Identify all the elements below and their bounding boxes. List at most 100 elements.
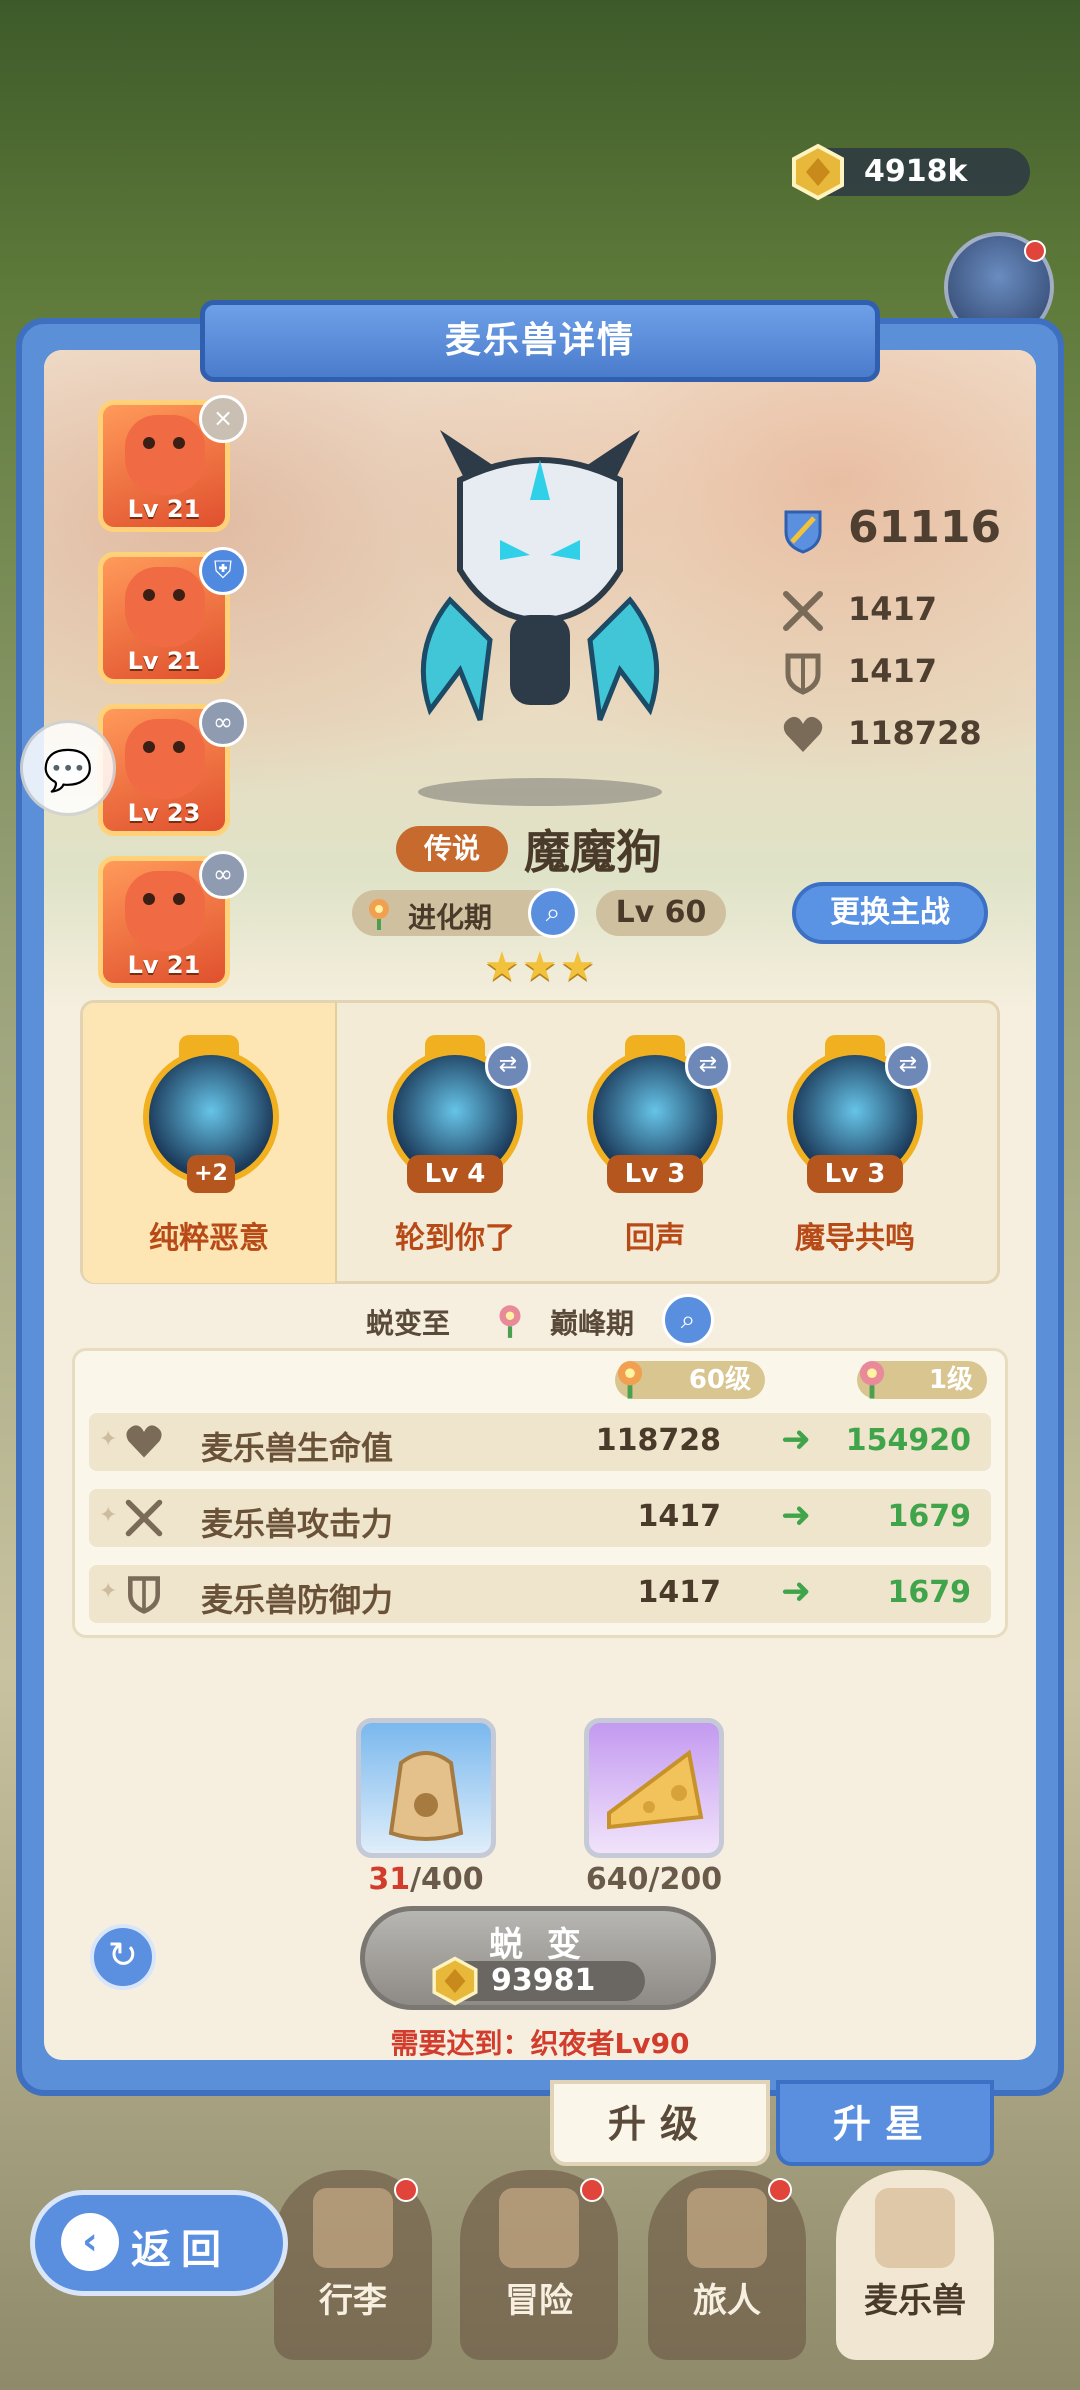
skill-1[interactable]: ⇄ Lv 4 轮到你了	[355, 1003, 555, 1283]
shield-icon	[785, 653, 821, 695]
skill-passive[interactable]: +2 纯粹恶意	[83, 1003, 337, 1283]
stage-label: 进化期	[408, 901, 493, 934]
monster-level: Lv 60	[596, 890, 726, 936]
nav-label: 旅人	[693, 2281, 761, 2321]
cheese-icon	[607, 1749, 704, 1830]
team-slot-level: Lv 21	[127, 647, 201, 675]
notification-dot	[1024, 240, 1046, 262]
target-stage: 巅峰期	[550, 1307, 635, 1340]
skill-name: 魔导共鸣	[795, 1221, 915, 1256]
star-rating: ★★★	[484, 944, 598, 990]
swap-icon[interactable]: ⇄	[885, 1043, 931, 1089]
team-slot-1[interactable]: Lv 21 ×	[98, 395, 247, 532]
row-label: 麦乐兽攻击力	[201, 1505, 394, 1543]
evolve-cost-value: 93981	[491, 1963, 596, 1998]
pet-portrait	[125, 871, 205, 951]
pet-face-icon	[875, 2188, 955, 2268]
evolve-cost: 93981	[432, 1956, 645, 2006]
material-have: 31	[368, 1862, 411, 1897]
heart-icon	[783, 716, 823, 752]
evolve-button[interactable]: 蜕 变 93981	[360, 1906, 716, 2010]
row-label: 麦乐兽防御力	[201, 1581, 394, 1619]
flower-icon	[369, 899, 389, 930]
row-to: 1679	[887, 1499, 972, 1534]
nav-traveler[interactable]: 旅人	[648, 2170, 806, 2360]
sparkle-icon: ✦	[99, 1503, 118, 1528]
evolve-row-hp: ✦ 麦乐兽生命值 118728 ➜ 154920	[89, 1413, 991, 1471]
reset-icon[interactable]: ↻	[90, 1924, 156, 1990]
defense-value: 1417	[848, 652, 938, 690]
team-slot-2[interactable]: Lv 21 ⛨	[98, 547, 247, 684]
power-value: 61116	[848, 502, 1002, 553]
nav-pets[interactable]: 麦乐兽	[836, 2170, 994, 2360]
material-2-count: 640/200	[564, 1862, 744, 1897]
team-slot-level: Lv 23	[127, 799, 201, 827]
tab-upgrade[interactable]: 升级	[550, 2080, 770, 2166]
tab-star-up[interactable]: 升星	[776, 2080, 994, 2166]
gold-coin-icon	[792, 143, 844, 201]
evolve-stats-table: 60级 1级 ✦ 麦乐兽生命值 118728 ➜ 154920 ✦ 麦乐兽攻击力…	[72, 1348, 1008, 1638]
back-button[interactable]: ‹ 返回	[30, 2190, 288, 2296]
link-icon: ∞	[199, 851, 247, 899]
gold-amount: 4918k	[864, 154, 968, 189]
back-label: 返回	[131, 2227, 231, 2273]
current-level: 60级	[688, 1365, 751, 1395]
flower-icon	[499, 1305, 521, 1338]
nav-label: 麦乐兽	[864, 2281, 966, 2321]
swords-icon	[125, 1499, 163, 1537]
evolve-row-attack: ✦ 麦乐兽攻击力 1417 ➜ 1679	[89, 1489, 991, 1547]
nav-label: 行李	[319, 2281, 387, 2321]
evolve-button-label: 蜕 变	[489, 1925, 587, 1965]
evolve-label: 蜕变至	[366, 1307, 451, 1340]
back-arrow-icon: ‹	[61, 2213, 119, 2271]
notification-dot	[768, 2178, 792, 2202]
monster-name: 魔魔狗	[524, 825, 662, 879]
row-to: 1679	[887, 1575, 972, 1610]
skill-name: 轮到你了	[395, 1221, 515, 1256]
skills-panel: +2 纯粹恶意 ⇄ Lv 4 轮到你了 ⇄ Lv 3 回声 ⇄ Lv 3 魔导共…	[80, 1000, 1000, 1284]
arrow-right-icon: ➜	[780, 1571, 811, 1612]
magnify-icon[interactable]: ⌕	[528, 888, 578, 938]
swap-main-button[interactable]: 更换主战	[792, 882, 988, 944]
nav-adventure[interactable]: 冒险	[460, 2170, 618, 2360]
team-slot-level: Lv 21	[127, 951, 201, 979]
chest-icon	[313, 2188, 393, 2268]
stage-pill: 进化期 ⌕	[352, 888, 578, 938]
monster-shadow	[418, 778, 662, 806]
material-cheese[interactable]	[584, 1718, 724, 1858]
pet-portrait	[125, 567, 205, 647]
panel-title: 麦乐兽详情	[200, 300, 880, 382]
sparkle-icon: ✦	[99, 1427, 118, 1452]
material-food-bag[interactable]	[356, 1718, 496, 1858]
shield-icon	[128, 1576, 160, 1614]
magnify-icon[interactable]: ⌕	[662, 1294, 714, 1346]
evolve-header: 蜕变至 巅峰期 ⌕	[0, 1292, 1080, 1348]
team-slot-4[interactable]: Lv 21 ∞	[98, 851, 247, 988]
skill-name: 纯粹恶意	[149, 1221, 269, 1256]
nav-luggage[interactable]: 行李	[274, 2170, 432, 2360]
notification-dot	[394, 2178, 418, 2202]
skill-bonus-tag: +2	[187, 1155, 235, 1193]
close-icon[interactable]: ×	[199, 395, 247, 443]
skill-3[interactable]: ⇄ Lv 3 魔导共鸣	[755, 1003, 955, 1283]
team-slot-3[interactable]: Lv 23 ∞	[98, 699, 247, 836]
attack-value: 1417	[848, 590, 938, 628]
row-to: 154920	[845, 1423, 971, 1458]
evolve-row-defense: ✦ 麦乐兽防御力 1417 ➜ 1679	[89, 1565, 991, 1623]
chat-icon[interactable]: 💬	[20, 720, 116, 816]
paw-bag-icon	[388, 1751, 464, 1841]
rarity-tag: 传说	[396, 826, 508, 872]
arrow-right-icon: ➜	[780, 1495, 811, 1536]
row-from: 1417	[637, 1575, 722, 1610]
link-icon: ∞	[199, 699, 247, 747]
row-label: 麦乐兽生命值	[201, 1429, 394, 1467]
swap-icon[interactable]: ⇄	[685, 1043, 731, 1089]
next-level-pill: 1级	[857, 1361, 987, 1399]
skill-level: Lv 3	[607, 1155, 703, 1193]
gold-coin-icon	[432, 1956, 478, 2006]
swap-icon[interactable]: ⇄	[485, 1043, 531, 1089]
gold-counter: 4918k	[792, 143, 1030, 201]
skill-2[interactable]: ⇄ Lv 3 回声	[555, 1003, 755, 1283]
flower-icon	[859, 1361, 885, 1399]
shield-icon: ⛨	[199, 547, 247, 595]
